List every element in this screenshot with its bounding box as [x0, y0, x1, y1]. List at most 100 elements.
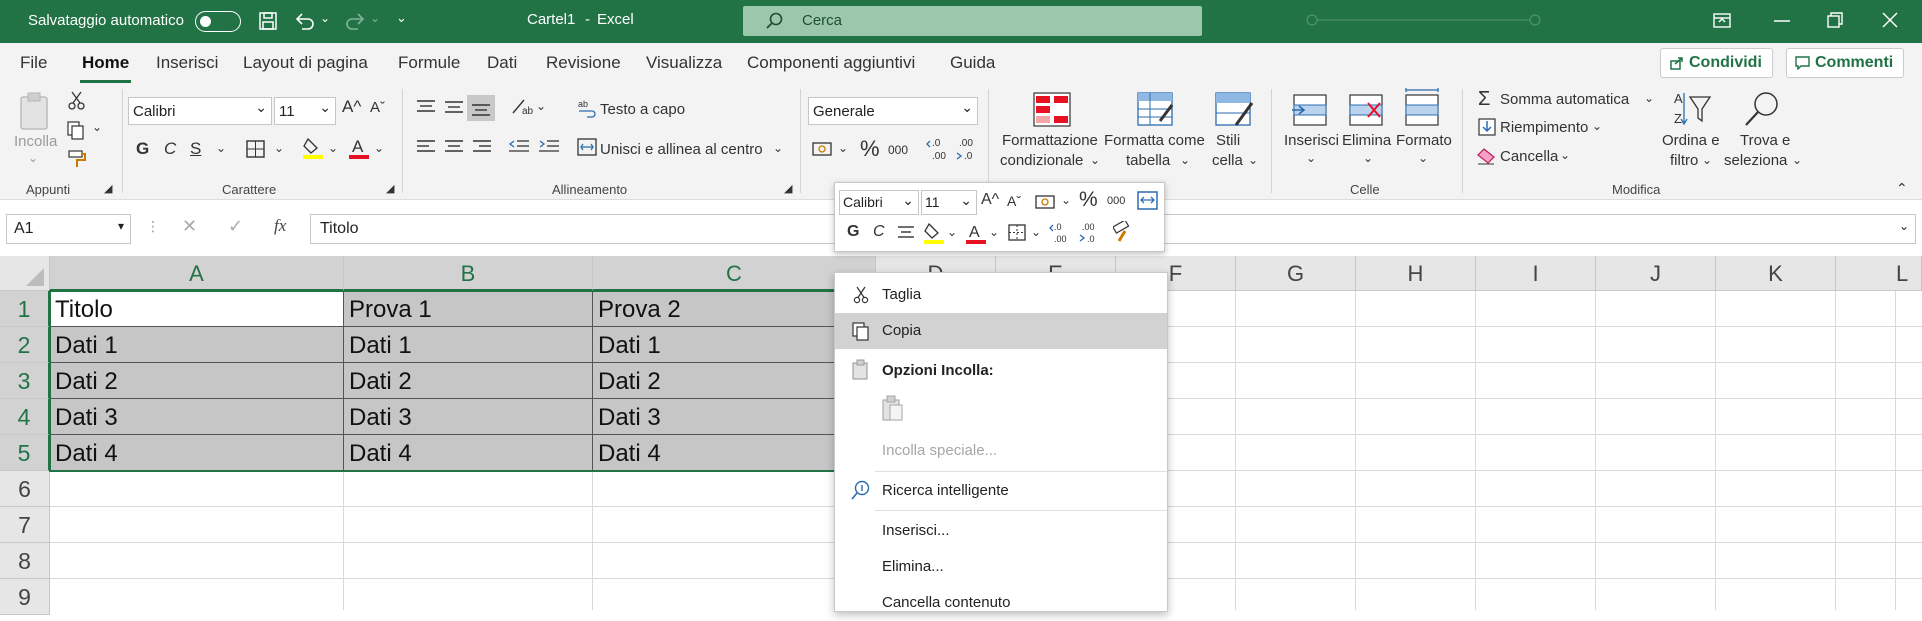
conditional-formatting-dropdown-icon[interactable]: ⌄	[1090, 153, 1100, 167]
insert-function-icon[interactable]: fx	[274, 216, 286, 236]
save-icon[interactable]	[258, 11, 278, 31]
formula-bar-options-icon[interactable]: ⋮	[146, 218, 160, 235]
row-header-6[interactable]: 6	[0, 471, 50, 507]
row-header-1[interactable]: 1	[0, 291, 50, 327]
delete-cells-dropdown-icon[interactable]: ⌄	[1363, 151, 1373, 165]
row-header-7[interactable]: 7	[0, 507, 50, 543]
font-color-icon[interactable]: A	[348, 136, 370, 160]
clear-dropdown-icon[interactable]: ⌄	[1560, 148, 1570, 162]
copy-icon[interactable]	[66, 120, 86, 140]
orientation-dropdown-icon[interactable]: ⌄	[536, 99, 546, 113]
mini-bold-button[interactable]: G	[847, 223, 859, 241]
menu-item-smart-lookup[interactable]: Ricerca intelligente	[835, 473, 1167, 509]
accounting-format-icon[interactable]	[812, 139, 834, 159]
format-as-table-label-1[interactable]: Formatta come	[1104, 132, 1205, 149]
row-header-5[interactable]: 5	[0, 435, 50, 471]
cut-icon[interactable]	[68, 91, 86, 111]
align-middle-icon[interactable]	[444, 99, 464, 115]
tab-view[interactable]: Visualizza	[646, 53, 722, 73]
fill-icon[interactable]	[1478, 118, 1496, 136]
font-launcher-icon[interactable]: ◢	[386, 182, 394, 195]
wrap-text-label[interactable]: Testo a capo	[600, 101, 685, 118]
format-painter-icon[interactable]	[68, 150, 86, 168]
row-header-8[interactable]: 8	[0, 543, 50, 579]
mini-increase-font-icon[interactable]: A^	[981, 191, 999, 209]
borders-dropdown-icon[interactable]: ⌄	[274, 141, 284, 155]
name-box-dropdown-icon[interactable]: ▾	[118, 219, 124, 233]
mini-merge-center-icon[interactable]	[1137, 191, 1159, 211]
format-cells-icon[interactable]	[1402, 87, 1442, 127]
conditional-formatting-label-2[interactable]: condizionale	[1000, 152, 1083, 169]
merge-center-icon[interactable]	[577, 138, 597, 156]
undo-icon[interactable]	[294, 11, 316, 31]
column-header-b[interactable]: B	[344, 256, 593, 291]
tab-home[interactable]: Home	[79, 53, 132, 83]
clear-label[interactable]: Cancella	[1500, 148, 1558, 165]
autosave-toggle[interactable]	[195, 11, 241, 32]
underline-dropdown-icon[interactable]: ⌄	[216, 141, 226, 155]
mini-format-painter-icon[interactable]	[1113, 221, 1135, 243]
sort-filter-label-2[interactable]: filtro	[1670, 152, 1698, 169]
ribbon-display-options-icon[interactable]	[1712, 12, 1732, 30]
autosum-dropdown-icon[interactable]: ⌄	[1644, 91, 1654, 105]
delete-cells-icon[interactable]	[1346, 93, 1386, 127]
align-right-icon[interactable]	[472, 139, 492, 155]
cell-styles-icon[interactable]	[1214, 91, 1254, 129]
comments-button[interactable]: Commenti	[1786, 48, 1905, 78]
wrap-text-icon[interactable]: ab	[577, 98, 597, 118]
tab-page-layout[interactable]: Layout di pagina	[243, 53, 368, 73]
underline-button[interactable]: S	[190, 139, 201, 159]
align-left-icon[interactable]	[416, 139, 436, 155]
font-size-combo[interactable]: 11	[274, 97, 336, 125]
cell-styles-label-1[interactable]: Stili	[1216, 132, 1240, 149]
share-button[interactable]: Condividi	[1660, 48, 1773, 78]
increase-decimal-icon[interactable]: .0.00	[926, 137, 950, 161]
column-header-l[interactable]: L	[1836, 256, 1922, 291]
menu-item-delete[interactable]: Elimina...	[835, 549, 1167, 585]
mini-accounting-dropdown-icon[interactable]: ⌄	[1061, 193, 1071, 207]
align-bottom-button[interactable]	[467, 95, 495, 121]
column-header-j[interactable]: J	[1596, 256, 1716, 291]
menu-item-copy[interactable]: Copia	[835, 313, 1167, 349]
column-header-i[interactable]: I	[1476, 256, 1596, 291]
align-center-icon[interactable]	[444, 139, 464, 155]
find-select-label-1[interactable]: Trova e	[1740, 132, 1790, 149]
format-cells-label[interactable]: Formato	[1396, 132, 1452, 149]
column-header-a[interactable]: A	[50, 256, 344, 291]
align-top-icon[interactable]	[416, 99, 436, 115]
decrease-indent-icon[interactable]	[508, 139, 530, 155]
thousands-button[interactable]: 000	[888, 143, 908, 157]
select-all-button[interactable]	[0, 256, 50, 291]
mini-accounting-format-icon[interactable]	[1035, 193, 1057, 211]
row-header-4[interactable]: 4	[0, 399, 50, 435]
format-as-table-dropdown-icon[interactable]: ⌄	[1180, 153, 1190, 167]
collapse-ribbon-icon[interactable]: ⌃	[1896, 180, 1908, 197]
undo-dropdown-icon[interactable]: ⌄	[320, 11, 330, 25]
autosum-icon[interactable]: Σ	[1478, 88, 1490, 111]
mini-font-color-icon[interactable]: A	[965, 221, 987, 245]
font-name-combo[interactable]: Calibri	[128, 97, 272, 125]
find-select-icon[interactable]	[1742, 89, 1782, 129]
autosum-label[interactable]: Somma automatica	[1500, 91, 1629, 108]
column-header-k[interactable]: K	[1716, 256, 1836, 291]
format-cells-dropdown-icon[interactable]: ⌄	[1418, 151, 1428, 165]
format-as-table-label-2[interactable]: tabella	[1126, 152, 1170, 169]
mini-italic-button[interactable]: C	[873, 223, 885, 241]
insert-cells-icon[interactable]	[1290, 93, 1330, 127]
paste-label[interactable]: Incolla	[14, 133, 57, 150]
tab-file[interactable]: File	[20, 53, 47, 73]
mini-decrease-font-icon[interactable]: Aˇ	[1007, 193, 1021, 209]
menu-item-clear-contents[interactable]: Cancella contenuto	[835, 585, 1167, 621]
increase-font-icon[interactable]: A^	[342, 97, 361, 117]
expand-formula-icon[interactable]: ⌄	[1899, 219, 1909, 233]
merge-center-label[interactable]: Unisci e allinea al centro	[600, 141, 763, 158]
customize-qat-icon[interactable]: ⌄	[396, 10, 407, 26]
name-box[interactable]: A1 ▾	[6, 214, 131, 244]
italic-button[interactable]: C	[164, 139, 176, 159]
tab-insert[interactable]: Inserisci	[156, 53, 218, 73]
percent-button[interactable]: %	[860, 136, 880, 162]
menu-item-cut[interactable]: Taglia	[835, 277, 1167, 313]
mini-percent-button[interactable]: %	[1079, 188, 1098, 212]
insert-cells-label[interactable]: Inserisci	[1284, 132, 1339, 149]
conditional-formatting-icon[interactable]	[1032, 91, 1072, 129]
